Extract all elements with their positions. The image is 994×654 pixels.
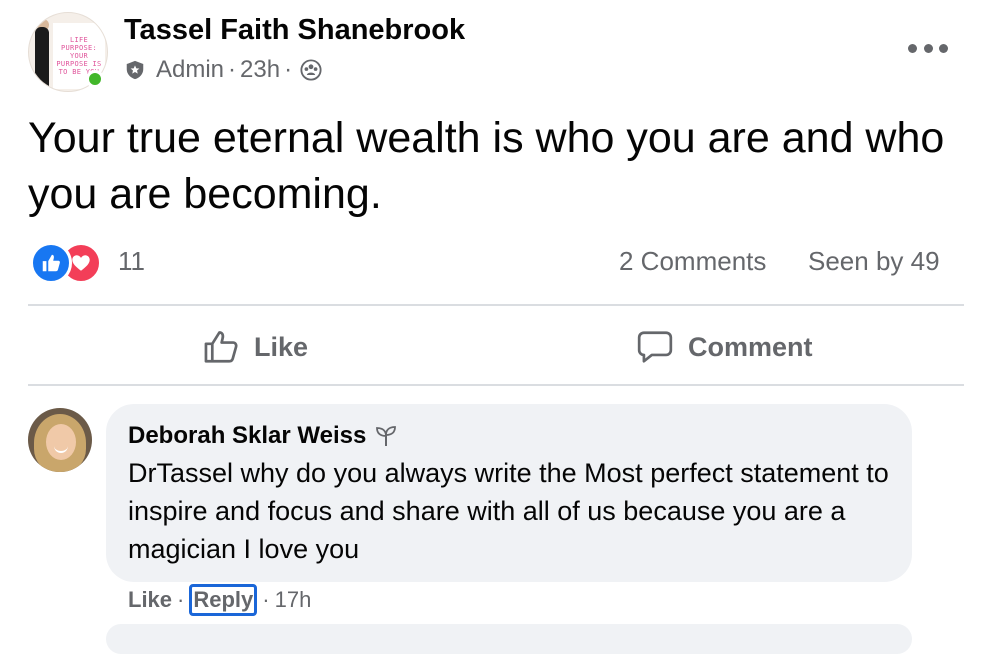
commenter-avatar[interactable] [28, 408, 92, 472]
speech-bubble-icon [637, 331, 673, 363]
comment-action-separator: · [262, 587, 270, 612]
avatar-person-body [35, 27, 49, 89]
thumbs-up-outline-icon [204, 331, 238, 363]
more-dot [908, 43, 917, 53]
avatar-text-line: PURPOSE: [60, 44, 98, 52]
more-horizontal-icon[interactable] [908, 36, 948, 60]
shield-icon [126, 60, 144, 80]
avatar-face [46, 424, 76, 460]
avatar-text-line: LIFE [69, 36, 89, 44]
comment-time[interactable]: 17h [275, 587, 312, 613]
avatar-text-line: YOUR [69, 52, 89, 60]
meta-separator: · [228, 56, 237, 83]
role-label: Admin [156, 56, 225, 83]
meta-separator: · [284, 56, 293, 83]
commenter-name-text: Deborah Sklar Weiss [128, 422, 367, 449]
next-comment-bubble [106, 624, 912, 654]
post-meta: Admin · 23h · [124, 56, 322, 84]
online-status-indicator [86, 70, 104, 88]
comment-button[interactable]: Comment [636, 326, 813, 368]
post-time[interactable]: 23h [240, 56, 280, 84]
comment-action-separator: · [177, 587, 185, 612]
like-button-label: Like [254, 331, 309, 362]
sprout-icon [376, 426, 397, 446]
post-text: Your true eternal wealth is who you are … [28, 114, 945, 218]
thumbs-up-icon [30, 242, 72, 284]
reaction-icons[interactable] [30, 242, 110, 284]
avatar-text-line: PURPOSE IS [56, 60, 102, 68]
comment-actions: Like · Reply · 17h [128, 584, 311, 616]
more-dot [939, 43, 948, 53]
poster-name[interactable]: Tassel Faith Shanebrook [124, 14, 465, 47]
comment-button-label: Comment [688, 331, 813, 362]
comments-count[interactable]: 2 Comments [619, 246, 766, 277]
more-dot [923, 43, 933, 53]
comment-reply-button[interactable]: Reply [189, 584, 258, 616]
divider [28, 304, 964, 306]
group-icon[interactable] [300, 59, 322, 81]
comment-like-button[interactable]: Like [128, 587, 172, 613]
divider [28, 384, 964, 386]
reaction-count[interactable]: 11 [118, 246, 145, 277]
like-button[interactable]: Like [202, 326, 308, 368]
commenter-name[interactable]: Deborah Sklar Weiss [128, 422, 398, 450]
seen-by-count[interactable]: Seen by 49 [808, 246, 940, 277]
comment-text: DrTassel why do you always write the Mos… [128, 458, 889, 564]
